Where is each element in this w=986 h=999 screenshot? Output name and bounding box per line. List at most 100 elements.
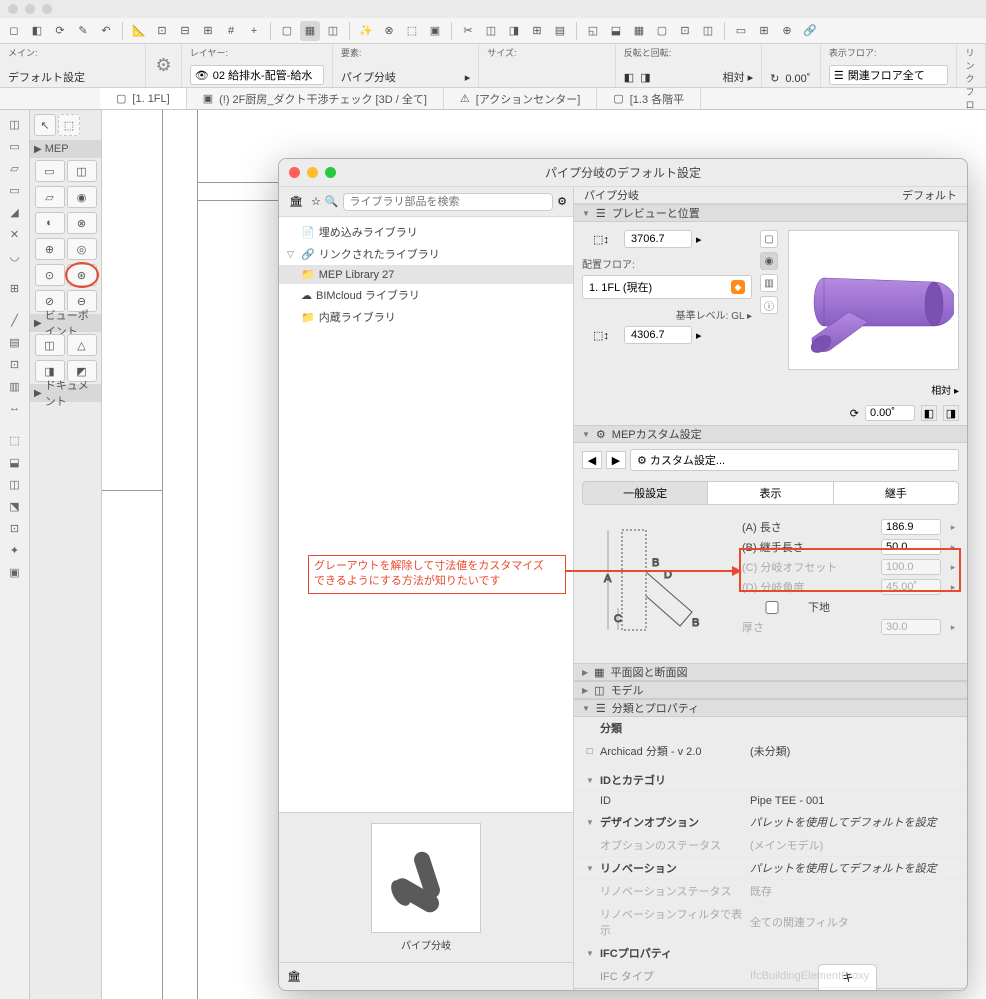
lib-builtin[interactable]: 📁 内蔵ライブラリ [279,306,573,328]
group-icon[interactable]: ▣ [425,21,445,41]
view-3d[interactable]: ◉ [760,252,778,270]
select-icon[interactable]: ⬚ [402,21,422,41]
tab-general[interactable]: 一般設定 [582,481,708,505]
layers-icon[interactable]: ◫ [323,21,343,41]
view-info[interactable]: ⓘ [760,296,778,314]
tool-icon[interactable]: ▢ [652,21,672,41]
intersect-icon[interactable]: ⊡ [152,21,172,41]
floor-dropdown[interactable]: 1. 1FL (現在)◆ [582,275,752,299]
tab-3d-check[interactable]: ▣ (!) 2F厨房_ダクト干渉チェック [3D / 全て] [187,88,444,109]
tool-icon[interactable]: ⬓ [606,21,626,41]
mesh-icon[interactable]: ✕ [4,224,26,244]
tool-icon[interactable]: ▤ [550,21,570,41]
main-value[interactable]: デフォルト設定 [8,69,137,85]
close-icon[interactable] [289,167,300,178]
arrow-tool[interactable]: ↖ [34,114,56,136]
lib-bimcloud[interactable]: ☁ BIMcloud ライブラリ [279,284,573,306]
tool-icon[interactable]: ⊡ [4,518,26,538]
close-traffic[interactable] [8,4,18,14]
angle-input[interactable] [865,405,915,421]
mep-tool[interactable]: ▭ [35,160,65,182]
mep-tool[interactable]: ⊗ [67,212,97,234]
tool-icon[interactable]: ◫ [698,21,718,41]
tree-icon[interactable]: 🏛 [285,195,307,208]
tool-icon[interactable]: ⬚ [4,430,26,450]
tool-icon[interactable]: ◫ [481,21,501,41]
box-icon[interactable]: ▢ [277,21,297,41]
tool-icon[interactable]: ◨ [504,21,524,41]
library-tree[interactable]: 📄 埋め込みライブラリ ▽🔗 リンクされたライブラリ 📁 MEP Library… [279,217,573,812]
mep-tool[interactable]: ◫ [67,160,97,182]
settings-icon[interactable]: ⚙ [155,55,171,76]
zoom-traffic[interactable] [42,4,52,14]
trim-icon[interactable]: ⊟ [175,21,195,41]
param-a[interactable] [881,519,941,535]
flip-h[interactable]: ◧ [921,405,937,421]
mep-tool[interactable]: ◎ [67,238,97,260]
thumbnail[interactable] [371,823,481,933]
zoom-icon[interactable] [325,167,336,178]
tool-icon[interactable]: ⬓ [4,452,26,472]
tool-icon[interactable]: ▣ [4,562,26,582]
tool-icon[interactable]: ◧ [27,21,47,41]
nav-next[interactable]: ▶ [606,451,626,469]
document-header[interactable]: ▶ ドキュメント [30,384,101,402]
elevation-icon[interactable]: ▥ [4,376,26,396]
wall-icon[interactable]: ▭ [4,136,26,156]
custom-settings-drop[interactable]: ⚙ カスタム設定... [630,449,959,471]
tool-icon[interactable]: ⊡ [675,21,695,41]
flip-v[interactable]: ◨ [943,405,959,421]
tool-icon[interactable]: ✦ [4,540,26,560]
mep-tool[interactable]: ⊙ [35,264,65,286]
mep-tool[interactable]: ◉ [67,186,97,208]
tool-icon[interactable]: ✎ [73,21,93,41]
tool-icon[interactable]: ⬔ [4,496,26,516]
lib-mep27[interactable]: 📁 MEP Library 27 [279,265,573,284]
tool-icon[interactable]: ▦ [629,21,649,41]
view-side[interactable]: ▥ [760,274,778,292]
tab-display[interactable]: 表示 [708,481,833,505]
fill-icon[interactable]: ▦ [300,21,320,41]
grid-icon[interactable]: ⊞ [4,278,26,298]
mep-tool[interactable]: ◐ [35,212,65,234]
vp-tool[interactable]: ◫ [35,334,65,356]
beam-icon[interactable]: ▭ [4,180,26,200]
ruler-icon[interactable]: 📐 [129,21,149,41]
tab-action-center[interactable]: ⚠ [アクションセンター] [444,88,597,109]
cut-icon[interactable]: ✂ [458,21,478,41]
building-icon[interactable]: 🏛 [287,970,301,983]
slab-icon[interactable]: ▱ [4,158,26,178]
base-checkbox[interactable] [742,601,802,614]
minimize-traffic[interactable] [25,4,35,14]
tool-icon[interactable]: ◱ [583,21,603,41]
section-preview[interactable]: ▼☰ プレビューと位置 [574,204,967,222]
nav-icon[interactable]: ⊕ [777,21,797,41]
section-model[interactable]: ▶◫ モデル [574,681,967,699]
magic-icon[interactable]: ✨ [356,21,376,41]
layer-dropdown[interactable]: 👁02 給排水-配管-給水 [190,65,324,85]
viewpoint-header[interactable]: ▶ ビューポイント [30,314,101,332]
elevation-bottom[interactable] [624,326,692,344]
tool-icon[interactable]: ⊞ [527,21,547,41]
section-class[interactable]: ▼☰ 分類とプロパティ [574,699,967,717]
detail-icon[interactable]: ⊡ [4,354,26,374]
shell-icon[interactable]: ◡ [4,246,26,266]
marquee-tool[interactable]: ⬚ [58,114,80,136]
tool-icon[interactable]: ◫ [4,474,26,494]
search-input[interactable] [343,193,554,211]
section-plan[interactable]: ▶▦ 平面図と断面図 [574,663,967,681]
cube-icon[interactable]: ◫ [4,114,26,134]
chev[interactable]: ▸ [696,233,702,246]
snap-icon[interactable]: ⊞ [198,21,218,41]
connect-icon[interactable]: ⊗ [379,21,399,41]
tab-floor[interactable]: ▢ [1.3 各階平 [597,88,701,109]
section-icon[interactable]: ▤ [4,332,26,352]
display-dropdown[interactable]: ☰関連フロア全て [829,65,949,85]
nav-prev[interactable]: ◀ [582,451,602,469]
mep-header[interactable]: ▶ MEP [30,140,101,158]
vp-tool[interactable]: △ [67,334,97,356]
roof-icon[interactable]: ◢ [4,202,26,222]
plus-icon[interactable]: + [244,21,264,41]
minimize-icon[interactable] [307,167,318,178]
tool-icon[interactable]: ⊞ [754,21,774,41]
